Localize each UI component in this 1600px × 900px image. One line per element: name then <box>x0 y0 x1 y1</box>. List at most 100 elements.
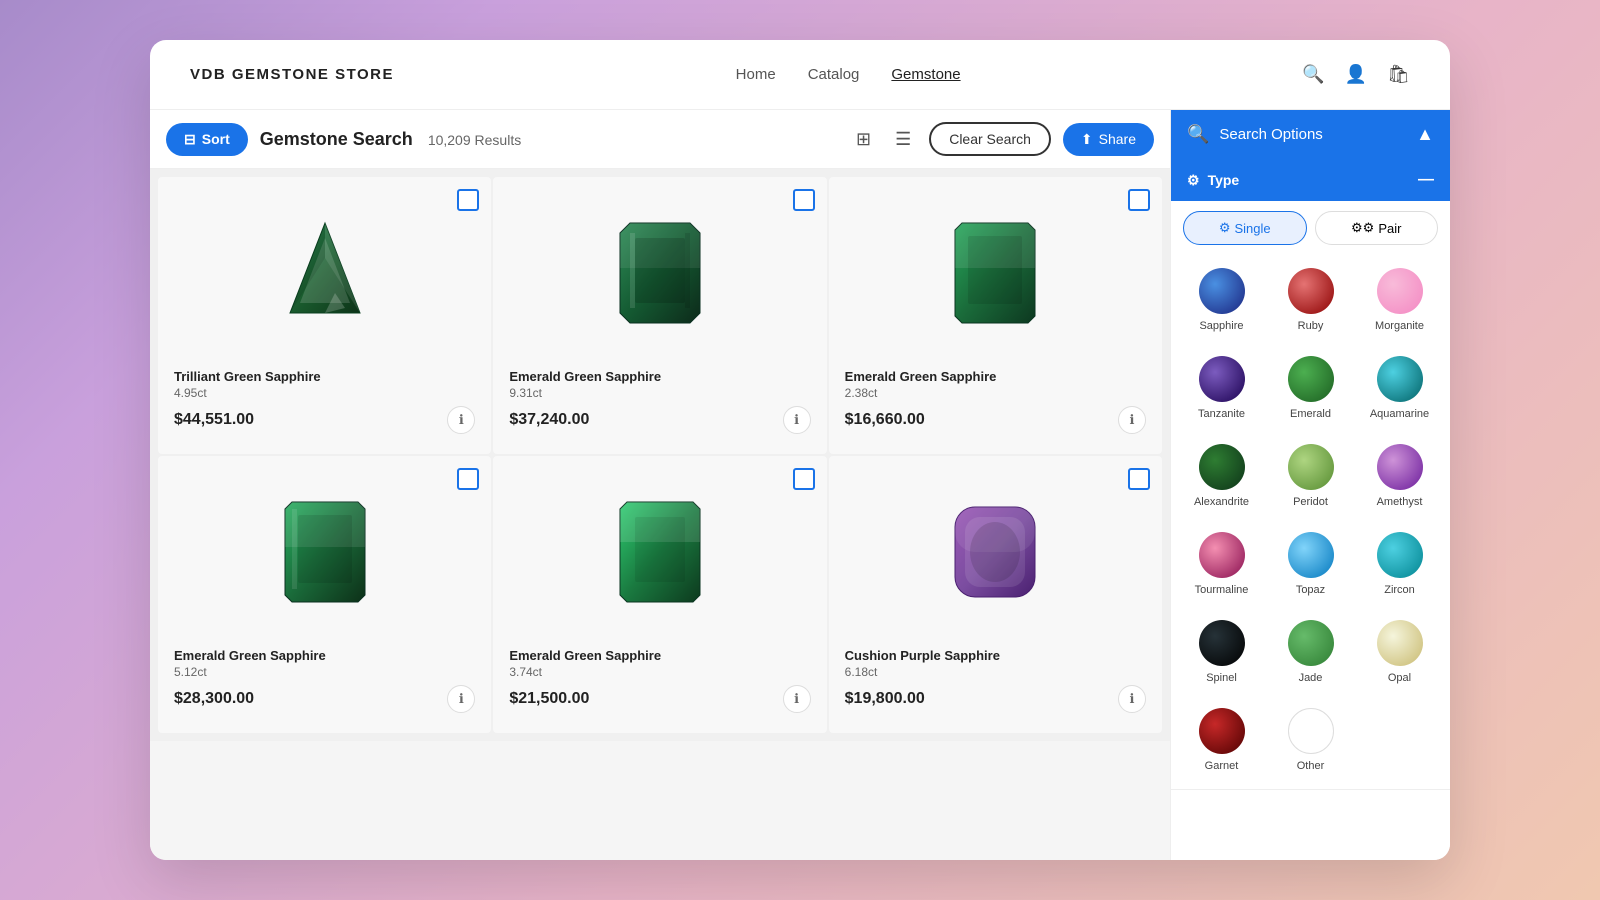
product-weight: 4.95ct <box>174 386 475 400</box>
search-icon[interactable]: 🔍 <box>1302 64 1324 85</box>
gem-type-zircon[interactable]: Zircon <box>1357 521 1442 605</box>
info-button[interactable]: ℹ <box>1118 406 1146 434</box>
product-info: Cushion Purple Sapphire 6.18ct $19,800.0… <box>845 644 1146 717</box>
gem-type-ruby[interactable]: Ruby <box>1268 257 1353 341</box>
pair-icon: ⚙⚙ <box>1351 220 1374 236</box>
ruby-label: Ruby <box>1298 320 1324 332</box>
gem-type-alexandrite[interactable]: Alexandrite <box>1179 433 1264 517</box>
gem-type-peridot[interactable]: Peridot <box>1268 433 1353 517</box>
product-price-row: $21,500.00 ℹ <box>509 685 810 713</box>
product-card[interactable]: Emerald Green Sapphire 3.74ct $21,500.00… <box>493 456 826 733</box>
nav-catalog[interactable]: Catalog <box>808 66 860 83</box>
gem-icon: ⚙ <box>1187 172 1200 189</box>
product-checkbox[interactable] <box>793 189 815 211</box>
alexandrite-circle <box>1199 444 1245 490</box>
product-name: Trilliant Green Sapphire <box>174 369 475 386</box>
sort-button[interactable]: ⊟ Sort <box>166 123 248 156</box>
gem-type-morganite[interactable]: Morganite <box>1357 257 1442 341</box>
opal-circle <box>1377 620 1423 666</box>
product-name: Emerald Green Sapphire <box>845 369 1146 386</box>
product-image <box>845 472 1146 632</box>
pair-toggle[interactable]: ⚙⚙ Pair <box>1315 211 1439 245</box>
gem-type-sapphire[interactable]: Sapphire <box>1179 257 1264 341</box>
tourmaline-label: Tourmaline <box>1195 584 1249 596</box>
product-name: Cushion Purple Sapphire <box>845 648 1146 665</box>
chevron-up-icon[interactable]: ▲ <box>1416 124 1434 145</box>
product-checkbox[interactable] <box>457 189 479 211</box>
gem-type-aquamarine[interactable]: Aquamarine <box>1357 345 1442 429</box>
peridot-label: Peridot <box>1293 496 1328 508</box>
gem-type-tourmaline[interactable]: Tourmaline <box>1179 521 1264 605</box>
product-image <box>845 193 1146 353</box>
toolbar: ⊟ Sort Gemstone Search 10,209 Results ⊞ … <box>150 110 1170 169</box>
tanzanite-circle <box>1199 356 1245 402</box>
aquamarine-label: Aquamarine <box>1370 408 1429 420</box>
clear-search-button[interactable]: Clear Search <box>929 122 1051 156</box>
product-price-row: $28,300.00 ℹ <box>174 685 475 713</box>
info-button[interactable]: ℹ <box>783 406 811 434</box>
product-checkbox[interactable] <box>457 468 479 490</box>
spinel-label: Spinel <box>1206 672 1237 684</box>
gem-shape-cushion <box>945 497 1045 607</box>
gem-type-emerald[interactable]: Emerald <box>1268 345 1353 429</box>
share-button[interactable]: ⬆ Share <box>1063 123 1154 156</box>
garnet-label: Garnet <box>1205 760 1239 772</box>
product-card[interactable]: Trilliant Green Sapphire 4.95ct $44,551.… <box>158 177 491 454</box>
product-checkbox[interactable] <box>1128 468 1150 490</box>
main-content: ⊟ Sort Gemstone Search 10,209 Results ⊞ … <box>150 110 1450 860</box>
product-info: Emerald Green Sapphire 3.74ct $21,500.00… <box>509 644 810 717</box>
gem-type-amethyst[interactable]: Amethyst <box>1357 433 1442 517</box>
search-title: Gemstone Search 10,209 Results <box>260 129 521 150</box>
alexandrite-label: Alexandrite <box>1194 496 1249 508</box>
collapse-button[interactable]: — <box>1418 171 1434 189</box>
product-price-row: $19,800.00 ℹ <box>845 685 1146 713</box>
gem-type-spinel[interactable]: Spinel <box>1179 609 1264 693</box>
info-button[interactable]: ℹ <box>783 685 811 713</box>
product-name: Emerald Green Sapphire <box>174 648 475 665</box>
gem-type-garnet[interactable]: Garnet <box>1179 697 1264 781</box>
user-icon[interactable]: 👤 <box>1345 64 1367 85</box>
single-pair-toggle: ⚙ Single ⚙⚙ Pair <box>1171 201 1450 253</box>
info-button[interactable]: ℹ <box>447 685 475 713</box>
gem-type-other[interactable]: Other <box>1268 697 1353 781</box>
product-card[interactable]: Emerald Green Sapphire 5.12ct $28,300.00… <box>158 456 491 733</box>
product-weight: 9.31ct <box>509 386 810 400</box>
gem-type-topaz[interactable]: Topaz <box>1268 521 1353 605</box>
search-options-bar: 🔍 Search Options ▲ <box>1171 110 1450 159</box>
nav-home[interactable]: Home <box>736 66 776 83</box>
product-image <box>174 193 475 353</box>
right-panel: 🔍 Search Options ▲ ⚙ Type — ⚙ Single <box>1170 110 1450 860</box>
product-grid: Trilliant Green Sapphire 4.95ct $44,551.… <box>150 169 1170 741</box>
product-card[interactable]: Emerald Green Sapphire 9.31ct $37,240.00… <box>493 177 826 454</box>
product-card[interactable]: Cushion Purple Sapphire 6.18ct $19,800.0… <box>829 456 1162 733</box>
product-info: Trilliant Green Sapphire 4.95ct $44,551.… <box>174 365 475 438</box>
product-name: Emerald Green Sapphire <box>509 648 810 665</box>
gem-type-tanzanite[interactable]: Tanzanite <box>1179 345 1264 429</box>
gem-type-jade[interactable]: Jade <box>1268 609 1353 693</box>
single-toggle[interactable]: ⚙ Single <box>1183 211 1307 245</box>
product-price: $28,300.00 <box>174 690 254 708</box>
gem-type-opal[interactable]: Opal <box>1357 609 1442 693</box>
info-button[interactable]: ℹ <box>447 406 475 434</box>
product-price: $16,660.00 <box>845 411 925 429</box>
topaz-label: Topaz <box>1296 584 1325 596</box>
product-checkbox[interactable] <box>1128 189 1150 211</box>
gem-shape-emerald <box>615 218 705 328</box>
search-options-label: Search Options <box>1219 126 1406 143</box>
other-label: Other <box>1297 760 1325 772</box>
product-checkbox[interactable] <box>793 468 815 490</box>
product-price: $44,551.00 <box>174 411 254 429</box>
grid-view-button[interactable]: ⊞ <box>850 125 877 154</box>
other-circle <box>1288 708 1334 754</box>
spinel-circle <box>1199 620 1245 666</box>
zircon-label: Zircon <box>1384 584 1415 596</box>
product-info: Emerald Green Sapphire 2.38ct $16,660.00… <box>845 365 1146 438</box>
cart-icon[interactable]: 🛍 <box>1387 64 1410 85</box>
morganite-circle <box>1377 268 1423 314</box>
gem-shape-trillion <box>280 213 370 333</box>
jade-label: Jade <box>1299 672 1323 684</box>
info-button[interactable]: ℹ <box>1118 685 1146 713</box>
nav-gemstone[interactable]: Gemstone <box>891 66 960 83</box>
product-card[interactable]: Emerald Green Sapphire 2.38ct $16,660.00… <box>829 177 1162 454</box>
list-view-button[interactable]: ☰ <box>889 125 917 154</box>
